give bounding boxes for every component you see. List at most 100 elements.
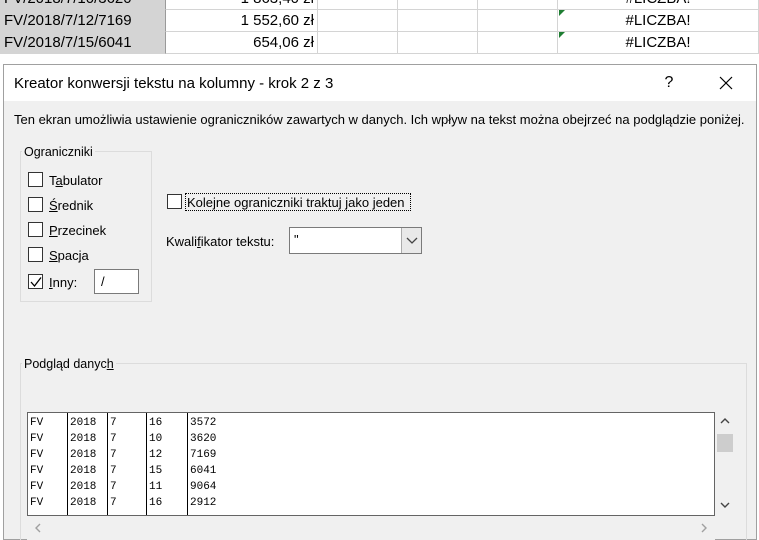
consecutive-delimiters-label[interactable]: Kolejne ograniczniki traktuj jako jeden — [187, 195, 405, 210]
preview-cell: 15 — [149, 465, 163, 477]
help-button[interactable]: ? — [654, 69, 684, 97]
invoice-cell[interactable]: FV/2018/7/10/3620 — [0, 0, 166, 10]
preview-cell: 7169 — [190, 449, 217, 461]
preview-row: FV 2018 7 12 7169 — [28, 447, 714, 463]
preview-horizontal-scrollbar[interactable] — [27, 516, 715, 540]
dialog-titlebar[interactable]: Kreator konwersji tekstu na kolumny - kr… — [4, 65, 756, 101]
preview-cell: 12 — [149, 449, 163, 461]
result-cell[interactable]: #LICZBA! — [558, 10, 759, 32]
label-part: bulator — [62, 173, 103, 188]
scroll-thumb[interactable] — [717, 434, 733, 452]
preview-cell: 2018 — [70, 433, 97, 445]
scroll-down-icon[interactable] — [719, 500, 731, 510]
label-part: rzecinek — [57, 223, 107, 238]
preview-row: FV 2018 7 16 3572 — [28, 415, 714, 431]
column-separator[interactable] — [187, 413, 188, 515]
empty-cell[interactable] — [478, 10, 558, 32]
dropdown-button[interactable] — [401, 228, 421, 253]
accelerator-key: h — [106, 357, 114, 371]
preview-cell: 7 — [110, 465, 117, 477]
scroll-left-icon[interactable] — [33, 522, 43, 534]
delimiters-group-label: Ograniczniki — [22, 145, 95, 159]
preview-cell: 6041 — [190, 465, 217, 477]
table-row: FV/2018/7/10/3620 1 863,40 zł #LICZBA! — [0, 0, 759, 10]
dialog-description: Ten ekran umożliwia ustawienie ograniczn… — [14, 112, 745, 127]
spreadsheet-backdrop: FV/2018/7/10/3620 1 863,40 zł #LICZBA! F… — [0, 0, 759, 66]
empty-cell[interactable] — [398, 32, 478, 54]
accelerator-key: a — [55, 173, 63, 188]
preview-cell: 7 — [110, 481, 117, 493]
preview-cell: FV — [30, 433, 44, 445]
preview-cell: 2018 — [70, 449, 97, 461]
other-checkbox[interactable] — [28, 274, 43, 289]
result-cell[interactable]: #LICZBA! — [558, 32, 759, 54]
tab-checkbox[interactable] — [28, 172, 43, 187]
preview-cell: FV — [30, 449, 44, 461]
checkmark-icon — [30, 277, 42, 288]
label-part: ikator tekstu: — [200, 234, 275, 249]
data-preview-grid[interactable]: FV 2018 7 16 2912 FV 2018 7 11 9064 FV 2018 7 15 6041 F… — [27, 412, 715, 516]
comma-checkbox[interactable] — [28, 222, 43, 237]
error-indicator-icon — [559, 32, 565, 38]
preview-row: FV 2018 7 16 2912 — [28, 495, 714, 511]
preview-cell: 7 — [110, 449, 117, 461]
preview-cell: 2018 — [70, 465, 97, 477]
text-qualifier-select[interactable]: " — [289, 227, 422, 254]
text-qualifier-label: Kwalifikator tekstu: — [166, 234, 274, 249]
column-separator[interactable] — [146, 413, 147, 515]
label-part: Kwali — [166, 234, 198, 249]
text-qualifier-value: " — [294, 232, 299, 247]
preview-cell: 11 — [149, 481, 163, 493]
column-separator[interactable] — [67, 413, 68, 515]
space-checkbox[interactable] — [28, 247, 43, 262]
amount-cell[interactable]: 1 863,40 zł — [166, 0, 318, 10]
preview-cell: FV — [30, 417, 44, 429]
preview-cell: 2018 — [70, 497, 97, 509]
other-checkbox-label[interactable]: Inny: — [49, 275, 77, 290]
scroll-up-icon[interactable] — [719, 416, 731, 426]
consecutive-delimiters-checkbox[interactable] — [167, 194, 182, 209]
text-to-columns-dialog: Kreator konwersji tekstu na kolumny - kr… — [3, 64, 757, 540]
close-icon — [719, 76, 733, 90]
semicolon-checkbox-label[interactable]: Średnik — [49, 198, 93, 213]
close-button[interactable] — [706, 69, 746, 97]
preview-cell: FV — [30, 497, 44, 509]
preview-cell: 7 — [110, 497, 117, 509]
preview-row: FV 2018 7 15 6041 — [28, 463, 714, 479]
preview-cell: 2018 — [70, 481, 97, 493]
comma-checkbox-label[interactable]: Przecinek — [49, 223, 106, 238]
error-indicator-icon — [559, 10, 565, 16]
column-separator[interactable] — [107, 413, 108, 515]
label-part: rednik — [57, 198, 94, 213]
preview-vertical-scrollbar[interactable] — [715, 412, 735, 516]
label-part: nny: — [52, 275, 78, 290]
data-preview-label: Podgląd danych — [22, 357, 116, 371]
preview-cell: 7 — [110, 433, 117, 445]
empty-cell[interactable] — [318, 0, 398, 10]
amount-cell[interactable]: 1 552,60 zł — [166, 10, 318, 32]
preview-cell: 7 — [110, 417, 117, 429]
table-row: FV/2018/7/15/6041 654,06 zł #LICZBA! — [0, 32, 759, 54]
scroll-right-icon[interactable] — [699, 522, 709, 534]
preview-cell: FV — [30, 465, 44, 477]
chevron-down-icon — [406, 237, 418, 244]
preview-cell: 2018 — [70, 417, 97, 429]
empty-cell[interactable] — [398, 10, 478, 32]
invoice-cell[interactable]: FV/2018/7/12/7169 — [0, 10, 166, 32]
empty-cell[interactable] — [318, 32, 398, 54]
preview-cell: 3572 — [190, 417, 217, 429]
invoice-cell[interactable]: FV/2018/7/15/6041 — [0, 32, 166, 54]
space-checkbox-label[interactable]: Spacja — [49, 248, 89, 263]
preview-cell: 3620 — [190, 433, 217, 445]
amount-cell[interactable]: 654,06 zł — [166, 32, 318, 54]
empty-cell[interactable] — [398, 0, 478, 10]
label-part: pacja — [57, 248, 89, 263]
empty-cell[interactable] — [478, 0, 558, 10]
empty-cell[interactable] — [478, 32, 558, 54]
empty-cell[interactable] — [318, 10, 398, 32]
other-delimiter-input[interactable]: / — [94, 269, 139, 294]
result-cell[interactable]: #LICZBA! — [558, 0, 759, 10]
tab-checkbox-label[interactable]: Tabulator — [49, 173, 102, 188]
semicolon-checkbox[interactable] — [28, 197, 43, 212]
preview-cell: 10 — [149, 433, 163, 445]
